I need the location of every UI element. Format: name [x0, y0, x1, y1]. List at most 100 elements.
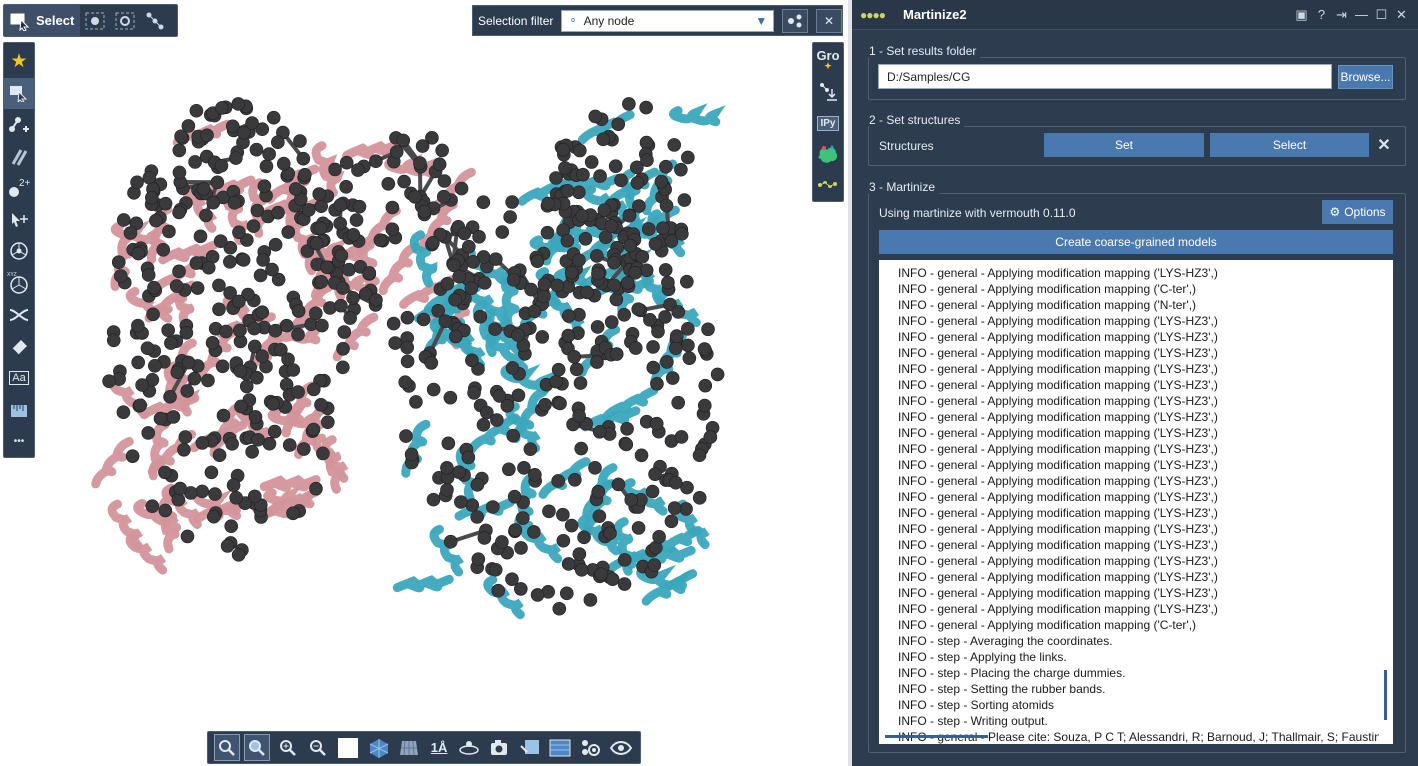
chevron-down-icon: ▼: [755, 13, 768, 28]
molecule-viewport[interactable]: Select Selection filter ⚬ Any node ▼ ✕ ★…: [0, 0, 848, 766]
atom: [170, 365, 185, 380]
atom: [135, 378, 149, 392]
atom: [667, 501, 682, 515]
surface-icon[interactable]: [813, 139, 843, 170]
options-button[interactable]: ⚙ Options: [1322, 200, 1393, 224]
select-rect-icon[interactable]: [4, 77, 34, 110]
rotate-icon[interactable]: [4, 236, 34, 268]
set-structures-button[interactable]: Set: [1044, 133, 1204, 157]
more-icon[interactable]: •••: [4, 425, 34, 457]
select-visible-icon[interactable]: [80, 5, 110, 36]
create-cg-models-button[interactable]: Create coarse-grained models: [879, 230, 1393, 254]
atom: [125, 449, 140, 464]
bond-tool-icon[interactable]: [4, 141, 34, 173]
zoom-in-icon[interactable]: [275, 734, 301, 761]
atom: [697, 342, 712, 356]
atom: [639, 100, 653, 115]
visibility-settings-icon[interactable]: [578, 734, 604, 761]
python-console-icon[interactable]: IPy: [813, 107, 843, 138]
select-hidden-icon[interactable]: [110, 5, 140, 36]
zoom-out-icon[interactable]: [305, 734, 331, 761]
atom: [297, 167, 312, 182]
ruler-icon[interactable]: [4, 394, 34, 426]
atom: [528, 468, 542, 482]
atom: [466, 255, 480, 269]
atom: [343, 311, 357, 325]
atom: [432, 157, 447, 172]
perspective-icon[interactable]: [366, 734, 392, 761]
selection-filter-dropdown[interactable]: ⚬ Any node ▼: [561, 9, 775, 32]
atom: [590, 249, 604, 263]
atom: [440, 483, 454, 497]
output-log[interactable]: INFO - general - Applying modification m…: [879, 260, 1393, 744]
atom: [214, 158, 229, 173]
log-line: INFO - general - Applying modification m…: [898, 298, 1197, 312]
gro-sparkle-icon: ✦: [824, 60, 832, 71]
maximize-icon[interactable]: ☐: [1373, 7, 1390, 23]
gromacs-icon[interactable]: Gro ✦: [813, 45, 843, 76]
atom: [173, 481, 187, 496]
atom: [220, 539, 235, 553]
text-label-icon[interactable]: Aa: [4, 362, 34, 394]
atom: [181, 355, 196, 370]
clear-structures-icon[interactable]: ✕: [1375, 135, 1393, 155]
atom: [106, 333, 121, 348]
results-folder-input[interactable]: [878, 64, 1332, 89]
atom: [212, 302, 226, 317]
select-connected-icon[interactable]: [140, 5, 170, 36]
molecule-render[interactable]: [0, 0, 848, 766]
log-line: INFO - general - Applying modification m…: [898, 378, 1218, 392]
atom: [172, 165, 187, 180]
select-mode-button[interactable]: Select: [4, 5, 81, 36]
add-atoms-icon[interactable]: [4, 109, 34, 141]
move-icon[interactable]: [4, 204, 34, 236]
screenshot-icon[interactable]: [487, 734, 513, 761]
filter-nodes-icon[interactable]: [782, 8, 809, 33]
martinize-icon[interactable]: [813, 170, 843, 201]
charge-icon[interactable]: 2+: [4, 172, 34, 204]
import-structure-icon[interactable]: [813, 76, 843, 107]
clear-filter-icon[interactable]: ✕: [816, 8, 842, 33]
atom: [440, 276, 455, 291]
atom: [169, 279, 184, 293]
close-icon[interactable]: ✕: [1393, 7, 1410, 23]
atom: [508, 523, 523, 537]
star-icon[interactable]: ★: [4, 46, 34, 78]
eraser-icon[interactable]: [4, 330, 34, 362]
atom: [659, 198, 674, 213]
rotate-view-icon[interactable]: [456, 734, 482, 761]
grid-view-icon[interactable]: [547, 734, 573, 761]
background-color-icon[interactable]: [335, 734, 361, 761]
atom: [604, 315, 619, 329]
scale-bar-icon[interactable]: 1Å: [426, 734, 452, 761]
log-vertical-scrollbar[interactable]: [1384, 670, 1387, 720]
atom: [488, 322, 502, 336]
atom: [505, 195, 519, 209]
atom: [556, 142, 570, 157]
select-structures-button[interactable]: Select: [1210, 133, 1369, 157]
text-label-glyph: Aa: [9, 370, 29, 385]
atom: [465, 498, 480, 512]
atom: [650, 376, 664, 391]
swap-icon[interactable]: [4, 299, 34, 331]
browse-button[interactable]: Browse...: [1338, 65, 1393, 89]
atom: [286, 506, 300, 521]
atom: [698, 378, 713, 393]
orthographic-icon[interactable]: [396, 734, 422, 761]
save-icon[interactable]: ▣: [1293, 7, 1310, 23]
render-image-icon[interactable]: [517, 734, 543, 761]
log-horizontal-scrollbar[interactable]: [885, 735, 988, 738]
atom: [674, 430, 689, 444]
xyz-icon[interactable]: XYZ: [4, 267, 34, 299]
atom: [553, 396, 567, 411]
eye-icon[interactable]: [608, 734, 634, 761]
zoom-selection-icon[interactable]: [244, 734, 271, 761]
atom: [467, 386, 481, 400]
help-icon[interactable]: ?: [1313, 7, 1330, 22]
atom: [333, 198, 348, 212]
minimize-icon[interactable]: —: [1353, 7, 1370, 22]
zoom-fit-icon[interactable]: [214, 734, 241, 761]
log-line: INFO - general - Applying modification m…: [898, 346, 1218, 360]
atom: [426, 382, 441, 397]
pin-icon[interactable]: ⇥: [1333, 7, 1350, 23]
